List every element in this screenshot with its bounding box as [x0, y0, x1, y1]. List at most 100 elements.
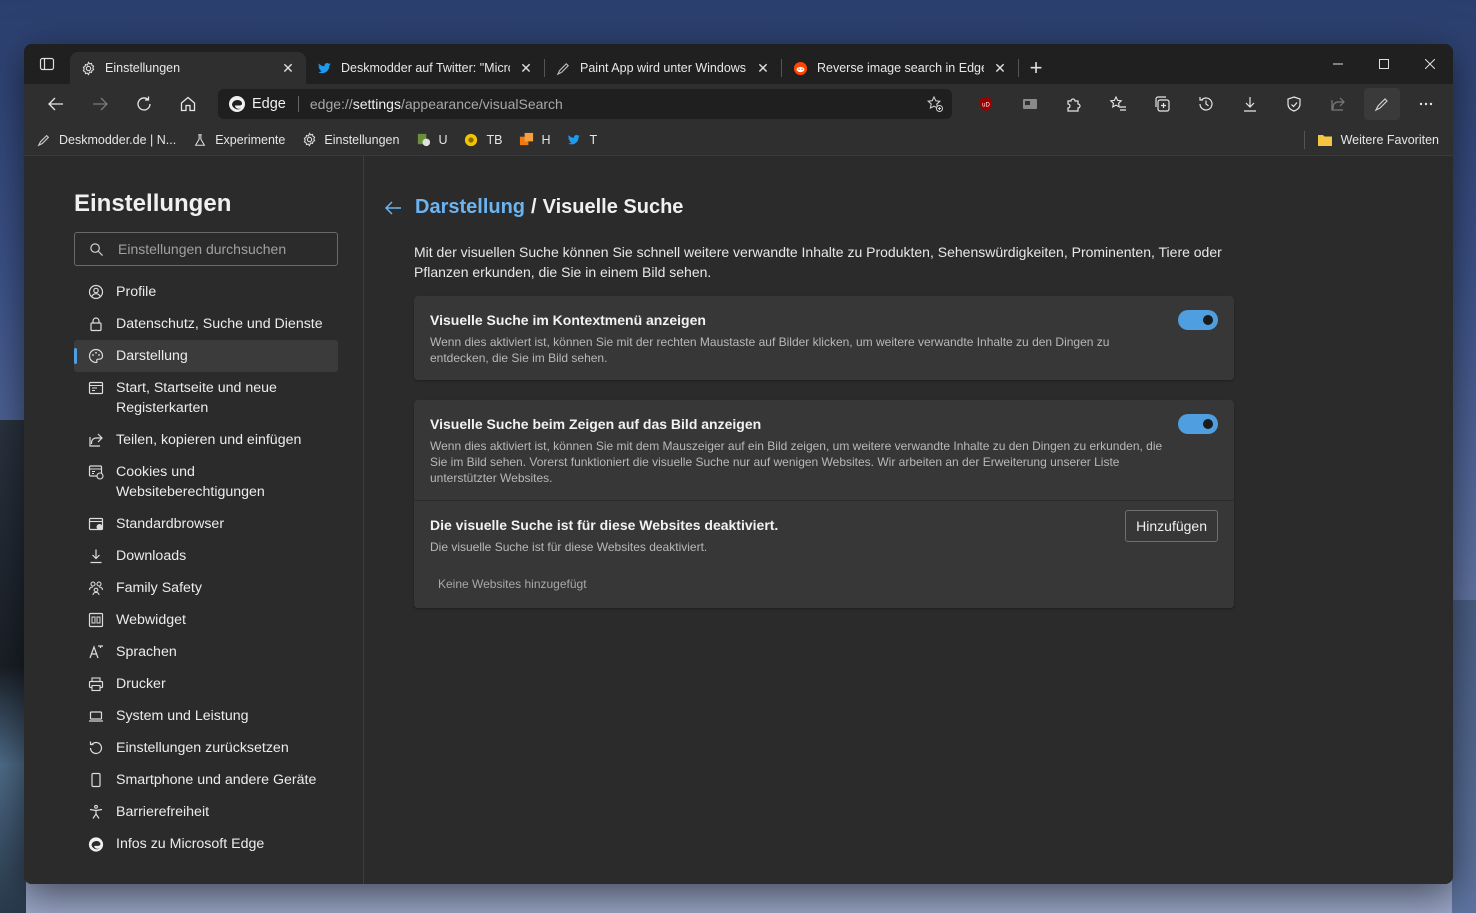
- sidebar-item-accessibility[interactable]: Barrierefreiheit: [74, 796, 338, 828]
- favorite-u[interactable]: U: [415, 132, 447, 148]
- close-window-button[interactable]: [1407, 44, 1453, 84]
- desktop-background-right: [1452, 600, 1476, 913]
- tab-actions-button[interactable]: [24, 44, 70, 84]
- minimize-button[interactable]: [1315, 44, 1361, 84]
- favorite-h[interactable]: H: [518, 132, 550, 148]
- setting-description: Wenn dies aktiviert ist, können Sie mit …: [430, 335, 1110, 365]
- favorites-button[interactable]: [1096, 88, 1140, 120]
- ext-h-icon: [518, 132, 534, 148]
- profile-icon: [88, 282, 104, 302]
- sidebar-item-reset[interactable]: Einstellungen zurücksetzen: [74, 732, 338, 764]
- close-icon[interactable]: ✕: [280, 60, 296, 76]
- favorite-experimente[interactable]: Experimente: [192, 132, 285, 148]
- start-icon: [88, 378, 104, 398]
- family-icon: [88, 578, 104, 598]
- printer-icon: [88, 674, 104, 694]
- setting-title: Visuelle Suche beim Zeigen auf das Bild …: [430, 416, 762, 432]
- back-arrow-icon[interactable]: [383, 198, 403, 218]
- home-button[interactable]: [166, 88, 210, 120]
- collections-button[interactable]: [1140, 88, 1184, 120]
- favorite-einstellungen[interactable]: Einstellungen: [301, 132, 399, 148]
- tab-paint[interactable]: Paint App wird unter Windows 1 ✕: [545, 52, 781, 84]
- brush-icon: [36, 132, 52, 148]
- hover-toggle[interactable]: [1178, 414, 1218, 434]
- favorite-tb[interactable]: TB: [463, 132, 502, 148]
- sidebar-item-cookies[interactable]: Cookies und Websiteberechtigungen: [74, 456, 338, 508]
- sidebar-item-languages[interactable]: Sprachen: [74, 636, 338, 668]
- favorite-label: Experimente: [215, 132, 286, 147]
- share-button[interactable]: [1316, 88, 1360, 120]
- twitter-icon: [566, 132, 582, 148]
- sidebar-item-label: System und Leistung: [116, 708, 249, 724]
- sidebar-item-system[interactable]: System und Leistung: [74, 700, 338, 732]
- flask-icon: [192, 132, 208, 148]
- other-favorites[interactable]: Weitere Favoriten: [1303, 124, 1439, 156]
- sidebar-title: Einstellungen: [74, 190, 232, 217]
- sidebar-item-about[interactable]: Infos zu Microsoft Edge: [74, 828, 338, 860]
- sidebar-item-phone[interactable]: Smartphone und andere Geräte: [74, 764, 338, 796]
- maximize-icon: [1379, 59, 1389, 69]
- setting-title: Visuelle Suche im Kontextmenü anzeigen: [430, 312, 706, 328]
- new-tab-button[interactable]: +: [1019, 52, 1053, 84]
- tab-settings[interactable]: Einstellungen ✕: [70, 52, 306, 84]
- sidebar-item-label: Infos zu Microsoft Edge: [116, 836, 265, 852]
- favorite-deskmodder[interactable]: Deskmodder.de | N...: [36, 132, 176, 148]
- breadcrumb-parent-link[interactable]: Darstellung: [415, 196, 525, 219]
- favorites-list-icon: [1109, 95, 1126, 111]
- sidebar-item-appearance[interactable]: Darstellung: [74, 340, 338, 372]
- sidebar-item-family-safety[interactable]: Family Safety: [74, 572, 338, 604]
- download-icon: [1244, 97, 1256, 112]
- url-scheme: edge://: [309, 96, 353, 112]
- share-icon: [1331, 97, 1345, 111]
- sidebar-item-label: Profile: [116, 284, 157, 300]
- breadcrumb: Darstellung / Visuelle Suche: [383, 196, 683, 219]
- sidebar-item-label: Start, Startseite und neue Registerkarte…: [116, 380, 277, 416]
- back-button[interactable]: [34, 88, 78, 120]
- ublock-button[interactable]: uD: [964, 88, 1008, 120]
- tab-twitter[interactable]: Deskmodder auf Twitter: "Micros ✕: [306, 52, 544, 84]
- sidebar-item-webwidget[interactable]: Webwidget: [74, 604, 338, 636]
- sidebar-item-share[interactable]: Teilen, kopieren und einfügen: [74, 424, 338, 456]
- sidebar-item-label: Family Safety: [116, 580, 202, 596]
- appearance-icon: [88, 346, 104, 366]
- tab-title: Paint App wird unter Windows 1: [580, 61, 747, 75]
- add-favorite-button[interactable]: [918, 95, 952, 113]
- context-menu-toggle[interactable]: [1178, 310, 1218, 330]
- heart-shield-icon: [1287, 96, 1301, 112]
- browser-essentials-button[interactable]: [1272, 88, 1316, 120]
- url-path: /appearance/visualSearch: [400, 96, 563, 112]
- sidebar-item-default-browser[interactable]: Standardbrowser: [74, 508, 338, 540]
- sidebar-item-downloads[interactable]: Downloads: [74, 540, 338, 572]
- tab-reddit[interactable]: Reverse image search in Edge's E ✕: [782, 52, 1018, 84]
- downloads-button[interactable]: [1228, 88, 1272, 120]
- close-icon[interactable]: ✕: [518, 60, 534, 76]
- sidebar-item-printers[interactable]: Drucker: [74, 668, 338, 700]
- close-icon[interactable]: ✕: [992, 60, 1008, 76]
- refresh-button[interactable]: [122, 88, 166, 120]
- setting-card-context-menu: Visuelle Suche im Kontextmenü anzeigen W…: [414, 296, 1234, 380]
- close-icon[interactable]: ✕: [755, 60, 771, 76]
- address-bar[interactable]: Edge edge://settings/appearance/visualSe…: [218, 89, 952, 119]
- draw-button[interactable]: [1364, 88, 1400, 120]
- extensions-button[interactable]: [1052, 88, 1096, 120]
- sidebar-item-profile[interactable]: Profile: [74, 276, 338, 308]
- url-text[interactable]: edge://settings/appearance/visualSearch: [310, 96, 918, 112]
- more-menu-button[interactable]: [1404, 88, 1448, 120]
- history-icon: [1199, 97, 1213, 111]
- settings-page: Einstellungen Einstellungen durchsuchen …: [24, 156, 1453, 884]
- maximize-button[interactable]: [1361, 44, 1407, 84]
- ext-tb-icon: [463, 132, 479, 148]
- favorite-label: T: [589, 132, 598, 147]
- settings-search-input[interactable]: Einstellungen durchsuchen: [74, 232, 338, 266]
- sidebar-item-label: Drucker: [116, 676, 166, 692]
- share-icon: [88, 430, 104, 450]
- widget-icon: [88, 610, 104, 630]
- favorite-t[interactable]: T: [566, 132, 597, 148]
- sidebar-item-start[interactable]: Start, Startseite und neue Registerkarte…: [74, 372, 338, 424]
- history-button[interactable]: [1184, 88, 1228, 120]
- forward-button[interactable]: [78, 88, 122, 120]
- add-website-button[interactable]: Hinzufügen: [1125, 510, 1218, 542]
- extension-button[interactable]: [1008, 88, 1052, 120]
- setting-card-hover: Visuelle Suche beim Zeigen auf das Bild …: [414, 400, 1234, 608]
- sidebar-item-privacy[interactable]: Datenschutz, Suche und Dienste: [74, 308, 338, 340]
